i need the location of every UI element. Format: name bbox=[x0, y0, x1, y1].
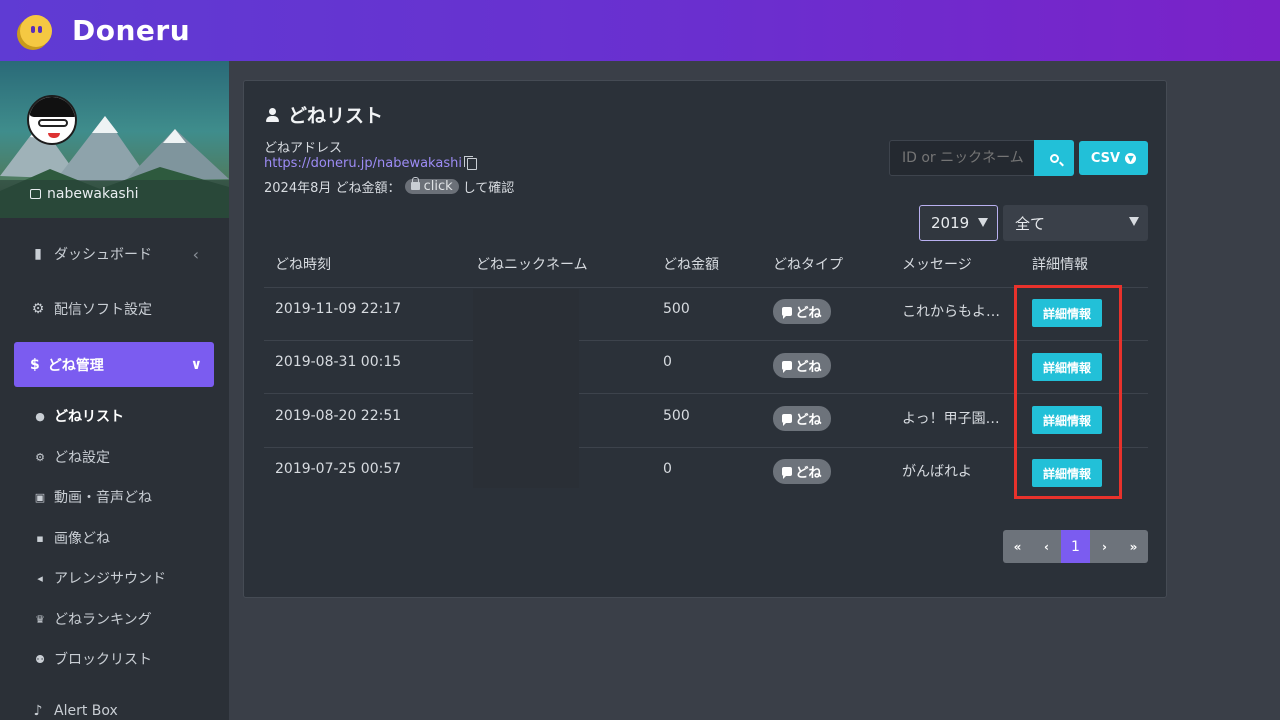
search-icon bbox=[1049, 153, 1059, 163]
bell-icon: ♪ bbox=[33, 703, 43, 719]
caret-down-icon bbox=[1129, 217, 1139, 226]
caret-down-icon bbox=[978, 218, 988, 227]
cell-amount: 0 bbox=[663, 461, 672, 477]
page-title: どねリスト bbox=[266, 101, 383, 128]
cell-message: これからもよ… bbox=[902, 304, 1000, 320]
address-link[interactable]: https://doneru.jp/nabewakashi bbox=[264, 155, 477, 171]
cell-message: よっ！甲子園… bbox=[902, 411, 1000, 427]
first-page-button[interactable]: « bbox=[1003, 530, 1032, 563]
image-icon: ▪ bbox=[36, 531, 44, 545]
column-header-message: メッセージ bbox=[902, 257, 972, 273]
next-page-button[interactable]: › bbox=[1090, 530, 1119, 563]
cell-amount: 500 bbox=[663, 408, 690, 424]
copy-icon[interactable] bbox=[463, 155, 477, 170]
chat-icon bbox=[782, 467, 793, 479]
search-input[interactable] bbox=[889, 140, 1035, 176]
type-select[interactable]: 全て bbox=[1003, 205, 1148, 241]
profile-banner: nabewakashi bbox=[0, 61, 229, 218]
sidebar-subitem-image-done[interactable]: ▪ 画像どね bbox=[34, 523, 110, 553]
column-header-nickname: どねニックネーム bbox=[476, 257, 588, 273]
sidebar-item-done-management[interactable]: $ どね管理 ∨ bbox=[14, 342, 214, 387]
profile-username: nabewakashi bbox=[30, 186, 138, 202]
video-icon: ▣ bbox=[34, 490, 46, 504]
sidebar-subitem-done-settings[interactable]: ⚙ どね設定 bbox=[34, 442, 110, 472]
done-list-card: どねリスト どねアドレス https://doneru.jp/nabewakas… bbox=[243, 80, 1167, 598]
monthly-amount: 2024年8月 どね金額： click して確認 bbox=[264, 177, 515, 196]
chat-icon bbox=[782, 307, 793, 319]
logo-icon[interactable] bbox=[20, 14, 52, 47]
bar-chart-icon: ▮ bbox=[34, 246, 42, 262]
cell-time: 2019-07-25 00:57 bbox=[275, 461, 402, 477]
gear-icon: ⚙ bbox=[35, 450, 45, 464]
cell-time: 2019-08-20 22:51 bbox=[275, 408, 402, 424]
column-header-type: どねタイプ bbox=[773, 257, 843, 273]
download-icon: ▼ bbox=[1125, 152, 1137, 164]
chevron-left-icon: ‹ bbox=[192, 244, 199, 264]
current-page-button[interactable]: 1 bbox=[1061, 530, 1090, 563]
type-badge: どね bbox=[773, 459, 831, 484]
avatar bbox=[27, 95, 77, 145]
address-label: どねアドレス bbox=[264, 141, 343, 156]
prev-page-button[interactable]: ‹ bbox=[1032, 530, 1061, 563]
twitch-icon bbox=[30, 189, 41, 199]
year-select[interactable]: 2019 bbox=[919, 205, 998, 241]
sidebar-subitem-block-list[interactable]: ⚉ ブロックリスト bbox=[34, 644, 152, 674]
sidebar-item-alert-box[interactable]: ♪ Alert Box bbox=[0, 689, 229, 720]
chevron-down-icon: ∨ bbox=[190, 356, 202, 373]
crown-icon: ♛ bbox=[35, 612, 45, 626]
hidden-amount-toggle[interactable]: click bbox=[404, 177, 459, 194]
type-badge: どね bbox=[773, 406, 831, 431]
brand-name[interactable]: Doneru bbox=[72, 14, 190, 47]
person-icon bbox=[266, 107, 280, 122]
nickname-redaction bbox=[473, 289, 579, 488]
dollar-icon: $ bbox=[30, 356, 40, 373]
column-header-detail: 詳細情報 bbox=[1032, 257, 1088, 273]
sidebar: nabewakashi ▮ ダッシュボード ‹ ⚙ 配信ソフト設定 $ どね管理… bbox=[0, 61, 229, 720]
cell-time: 2019-08-31 00:15 bbox=[275, 354, 402, 370]
cell-message: がんばれよ bbox=[902, 464, 972, 480]
sidebar-subitem-video-audio-done[interactable]: ▣ 動画・音声どね bbox=[34, 482, 152, 512]
cell-amount: 500 bbox=[663, 301, 690, 317]
sidebar-subitem-arrange-sound[interactable]: ◂ アレンジサウンド bbox=[34, 563, 166, 593]
gear-icon: ⚙ bbox=[31, 301, 45, 317]
search-button[interactable] bbox=[1034, 140, 1074, 176]
last-page-button[interactable]: » bbox=[1119, 530, 1148, 563]
column-header-amount: どね金額 bbox=[663, 257, 719, 273]
sidebar-subitem-done-list[interactable]: ● どねリスト bbox=[34, 401, 124, 431]
top-bar: Doneru bbox=[0, 0, 1280, 61]
type-badge: どね bbox=[773, 353, 831, 378]
chat-icon bbox=[782, 361, 793, 373]
lock-icon bbox=[410, 177, 420, 190]
chat-icon bbox=[782, 414, 793, 426]
block-user-icon: ⚉ bbox=[35, 652, 45, 666]
column-header-time: どね時刻 bbox=[275, 257, 331, 273]
cell-amount: 0 bbox=[663, 354, 672, 370]
sidebar-item-dashboard[interactable]: ▮ ダッシュボード ‹ bbox=[0, 232, 229, 276]
cell-time: 2019-11-09 22:17 bbox=[275, 301, 402, 317]
sidebar-subitem-done-ranking[interactable]: ♛ どねランキング bbox=[34, 604, 152, 634]
pagination: « ‹ 1 › » bbox=[1003, 530, 1148, 563]
type-badge: どね bbox=[773, 299, 831, 324]
detail-column-highlight bbox=[1014, 285, 1122, 499]
speaker-icon: ◂ bbox=[37, 571, 43, 585]
person-icon: ● bbox=[35, 409, 45, 423]
sidebar-item-streaming-settings[interactable]: ⚙ 配信ソフト設定 bbox=[0, 287, 229, 331]
csv-download-button[interactable]: CSV ▼ bbox=[1079, 141, 1148, 175]
